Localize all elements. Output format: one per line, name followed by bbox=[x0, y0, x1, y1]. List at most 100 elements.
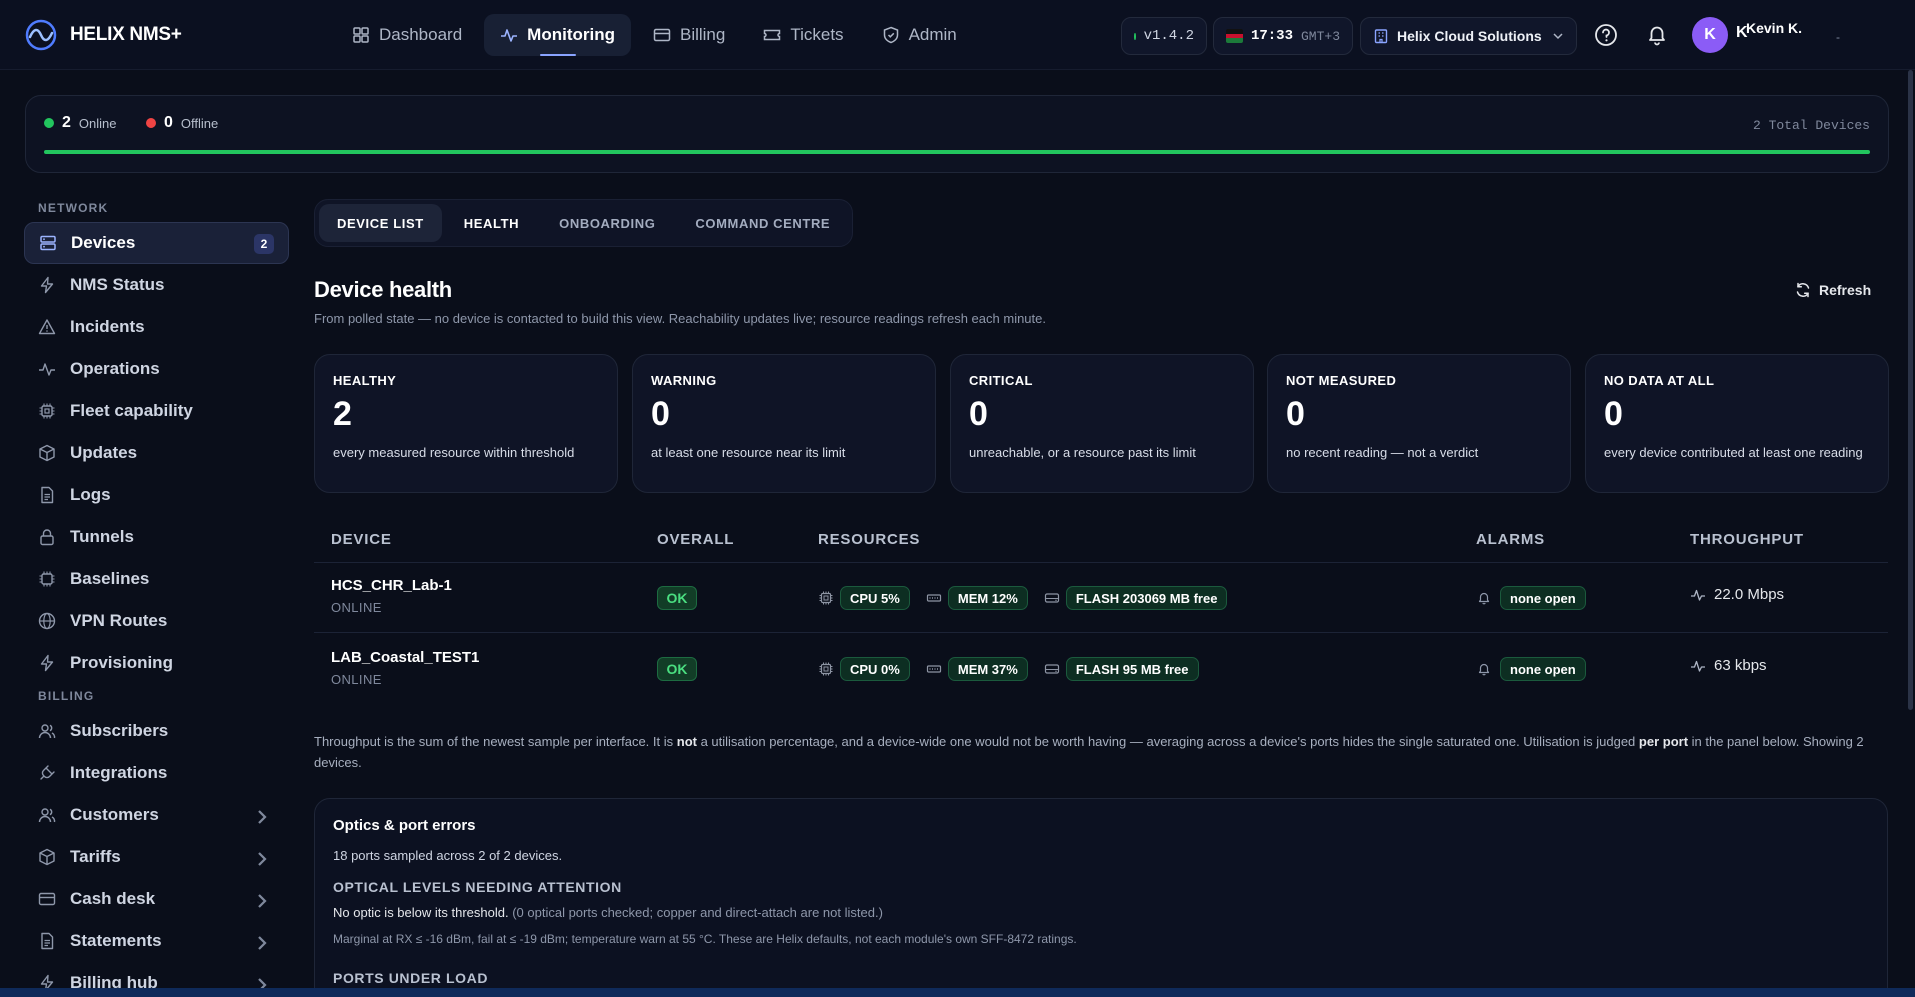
server-icon bbox=[40, 235, 56, 251]
help-icon[interactable] bbox=[1593, 22, 1619, 48]
nav-billing[interactable]: Billing bbox=[637, 14, 741, 56]
device-status-bar: 2 Online 0 Offline 2 Total Devices bbox=[25, 95, 1889, 173]
sidebar-item-nms-status[interactable]: NMS Status bbox=[24, 264, 289, 306]
summary-card-critical[interactable]: CRITICAL 0 unreachable, or a resource pa… bbox=[950, 354, 1254, 493]
offline-label: Offline bbox=[180, 115, 219, 131]
online-progress-bar bbox=[44, 150, 1870, 154]
sidebar-item-fleet-capability[interactable]: Fleet capability bbox=[24, 390, 289, 432]
tenant-name: Helix Cloud Solutions bbox=[1397, 28, 1542, 44]
optical-levels-status: No optic is below its threshold. (0 opti… bbox=[333, 905, 1869, 920]
summary-card-no-data[interactable]: NO DATA AT ALL 0 every device contribute… bbox=[1585, 354, 1889, 493]
sidebar-item-updates[interactable]: Updates bbox=[24, 432, 289, 474]
sidebar-item-tariffs[interactable]: Tariffs bbox=[24, 836, 289, 878]
tab-command-centre[interactable]: COMMAND CENTRE bbox=[677, 204, 848, 242]
main-nav: Dashboard Monitoring Billing Tickets Adm… bbox=[336, 14, 973, 56]
nav-admin[interactable]: Admin bbox=[866, 14, 973, 56]
sidebar: NETWORK Devices 2 NMS Status Incidents O… bbox=[0, 195, 300, 997]
lock-icon bbox=[40, 529, 54, 546]
sidebar-item-label: Provisioning bbox=[70, 653, 173, 672]
summary-card-not-measured[interactable]: NOT MEASURED 0 no recent reading — not a… bbox=[1267, 354, 1571, 493]
sidebar-item-incidents[interactable]: Incidents bbox=[24, 306, 289, 348]
sidebar-item-integrations[interactable]: Integrations bbox=[24, 752, 289, 794]
refresh-icon bbox=[1796, 282, 1810, 298]
optical-levels-text: No optic is below its threshold. bbox=[333, 905, 509, 920]
avatar[interactable]: K bbox=[1692, 17, 1728, 53]
nav-tickets[interactable]: Tickets bbox=[747, 14, 859, 56]
nav-dashboard[interactable]: Dashboard bbox=[336, 14, 478, 56]
sidebar-item-cash-desk[interactable]: Cash desk bbox=[24, 878, 289, 920]
summary-card-warning[interactable]: WARNING 0 at least one resource near its… bbox=[632, 354, 936, 493]
throughput-cell: 22.0 Mbps bbox=[1690, 586, 1784, 603]
sidebar-item-label: VPN Routes bbox=[70, 611, 168, 630]
refresh-button[interactable]: Refresh bbox=[1795, 282, 1871, 298]
online-dot bbox=[44, 118, 54, 128]
card-description: every measured resource within threshold bbox=[333, 445, 575, 460]
sidebar-item-operations[interactable]: Operations bbox=[24, 348, 289, 390]
user-name[interactable]: Kevin K. bbox=[1746, 20, 1802, 36]
tab-health[interactable]: HEALTH bbox=[446, 204, 537, 242]
column-header-alarms[interactable]: ALARMS bbox=[1476, 531, 1545, 548]
chevron-right-icon bbox=[258, 852, 267, 866]
activity-icon bbox=[1691, 660, 1705, 672]
bell-icon bbox=[1478, 663, 1490, 676]
sidebar-item-statements[interactable]: Statements bbox=[24, 920, 289, 962]
device-status: ONLINE bbox=[331, 672, 382, 687]
card-description: at least one resource near its limit bbox=[651, 445, 846, 460]
version-label: v1.4.2 bbox=[1143, 28, 1194, 44]
tenant-switcher[interactable]: Helix Cloud Solutions bbox=[1360, 17, 1577, 55]
column-header-throughput[interactable]: THROUGHPUT bbox=[1690, 531, 1804, 548]
sidebar-item-label: Fleet capability bbox=[70, 401, 193, 420]
cpu-icon bbox=[819, 591, 833, 605]
shield-icon bbox=[883, 26, 898, 44]
bolt-icon bbox=[40, 276, 54, 294]
sidebar-item-devices[interactable]: Devices 2 bbox=[24, 222, 289, 264]
brand[interactable]: HELIX NMS+ bbox=[24, 18, 182, 52]
sidebar-item-subscribers[interactable]: Subscribers bbox=[24, 710, 289, 752]
chevron-right-icon bbox=[258, 810, 267, 824]
table-row-divider bbox=[314, 632, 1888, 633]
tab-device-list[interactable]: DEVICE LIST bbox=[319, 204, 442, 242]
sidebar-item-customers[interactable]: Customers bbox=[24, 794, 289, 836]
throughput-note: Throughput is the sum of the newest samp… bbox=[314, 731, 1888, 773]
optical-thresholds-note: Marginal at RX ≤ -16 dBm, fail at ≤ -19 … bbox=[333, 932, 1077, 946]
version-pill: v1.4.2 bbox=[1121, 17, 1207, 55]
sidebar-item-logs[interactable]: Logs bbox=[24, 474, 289, 516]
activity-icon bbox=[39, 363, 55, 376]
card-title: HEALTHY bbox=[333, 373, 397, 388]
offline-count: 0 bbox=[164, 114, 173, 131]
bell-icon[interactable] bbox=[1644, 22, 1670, 48]
summary-card-healthy[interactable]: HEALTHY 2 every measured resource within… bbox=[314, 354, 618, 493]
tab-onboarding[interactable]: ONBOARDING bbox=[541, 204, 673, 242]
flash-chip: FLASH 203069 MB free bbox=[1065, 586, 1228, 610]
storage-icon bbox=[1044, 664, 1059, 674]
bottom-status-strip bbox=[0, 988, 1915, 997]
overall-status-badge: OK bbox=[657, 657, 697, 681]
sidebar-item-provisioning[interactable]: Provisioning bbox=[24, 642, 289, 684]
plug-icon bbox=[40, 765, 55, 780]
resource-chips: CPU 0% MEM 37% FLASH 95 MB free bbox=[818, 657, 1209, 681]
users-icon bbox=[38, 724, 56, 739]
sidebar-item-tunnels[interactable]: Tunnels bbox=[24, 516, 289, 558]
optics-subtitle: 18 ports sampled across 2 of 2 devices. bbox=[333, 848, 563, 863]
device-name[interactable]: LAB_Coastal_TEST1 bbox=[331, 649, 479, 666]
card-title: CRITICAL bbox=[969, 373, 1033, 388]
device-status: ONLINE bbox=[331, 600, 382, 615]
sidebar-item-vpn-routes[interactable]: VPN Routes bbox=[24, 600, 289, 642]
cpu-chip: CPU 0% bbox=[840, 657, 910, 681]
total-devices: 2 Total Devices bbox=[1752, 118, 1870, 133]
cpu-icon bbox=[39, 571, 55, 587]
bolt-icon bbox=[40, 654, 54, 672]
column-header-device[interactable]: DEVICE bbox=[331, 531, 392, 548]
version-status-dot bbox=[1134, 32, 1136, 40]
note-text: a utilisation percentage, and a device-w… bbox=[696, 734, 1639, 749]
device-name[interactable]: HCS_CHR_Lab-1 bbox=[331, 577, 452, 594]
nav-monitoring[interactable]: Monitoring bbox=[484, 14, 631, 56]
sidebar-item-label: Operations bbox=[70, 359, 160, 378]
page-scrollbar[interactable] bbox=[1908, 70, 1913, 710]
sidebar-item-baselines[interactable]: Baselines bbox=[24, 558, 289, 600]
online-count: 2 bbox=[62, 114, 71, 131]
column-header-overall[interactable]: OVERALL bbox=[657, 531, 734, 548]
activity-icon bbox=[501, 29, 518, 42]
column-header-resources[interactable]: RESOURCES bbox=[818, 531, 920, 548]
clock-time: 17:33 bbox=[1250, 28, 1293, 44]
